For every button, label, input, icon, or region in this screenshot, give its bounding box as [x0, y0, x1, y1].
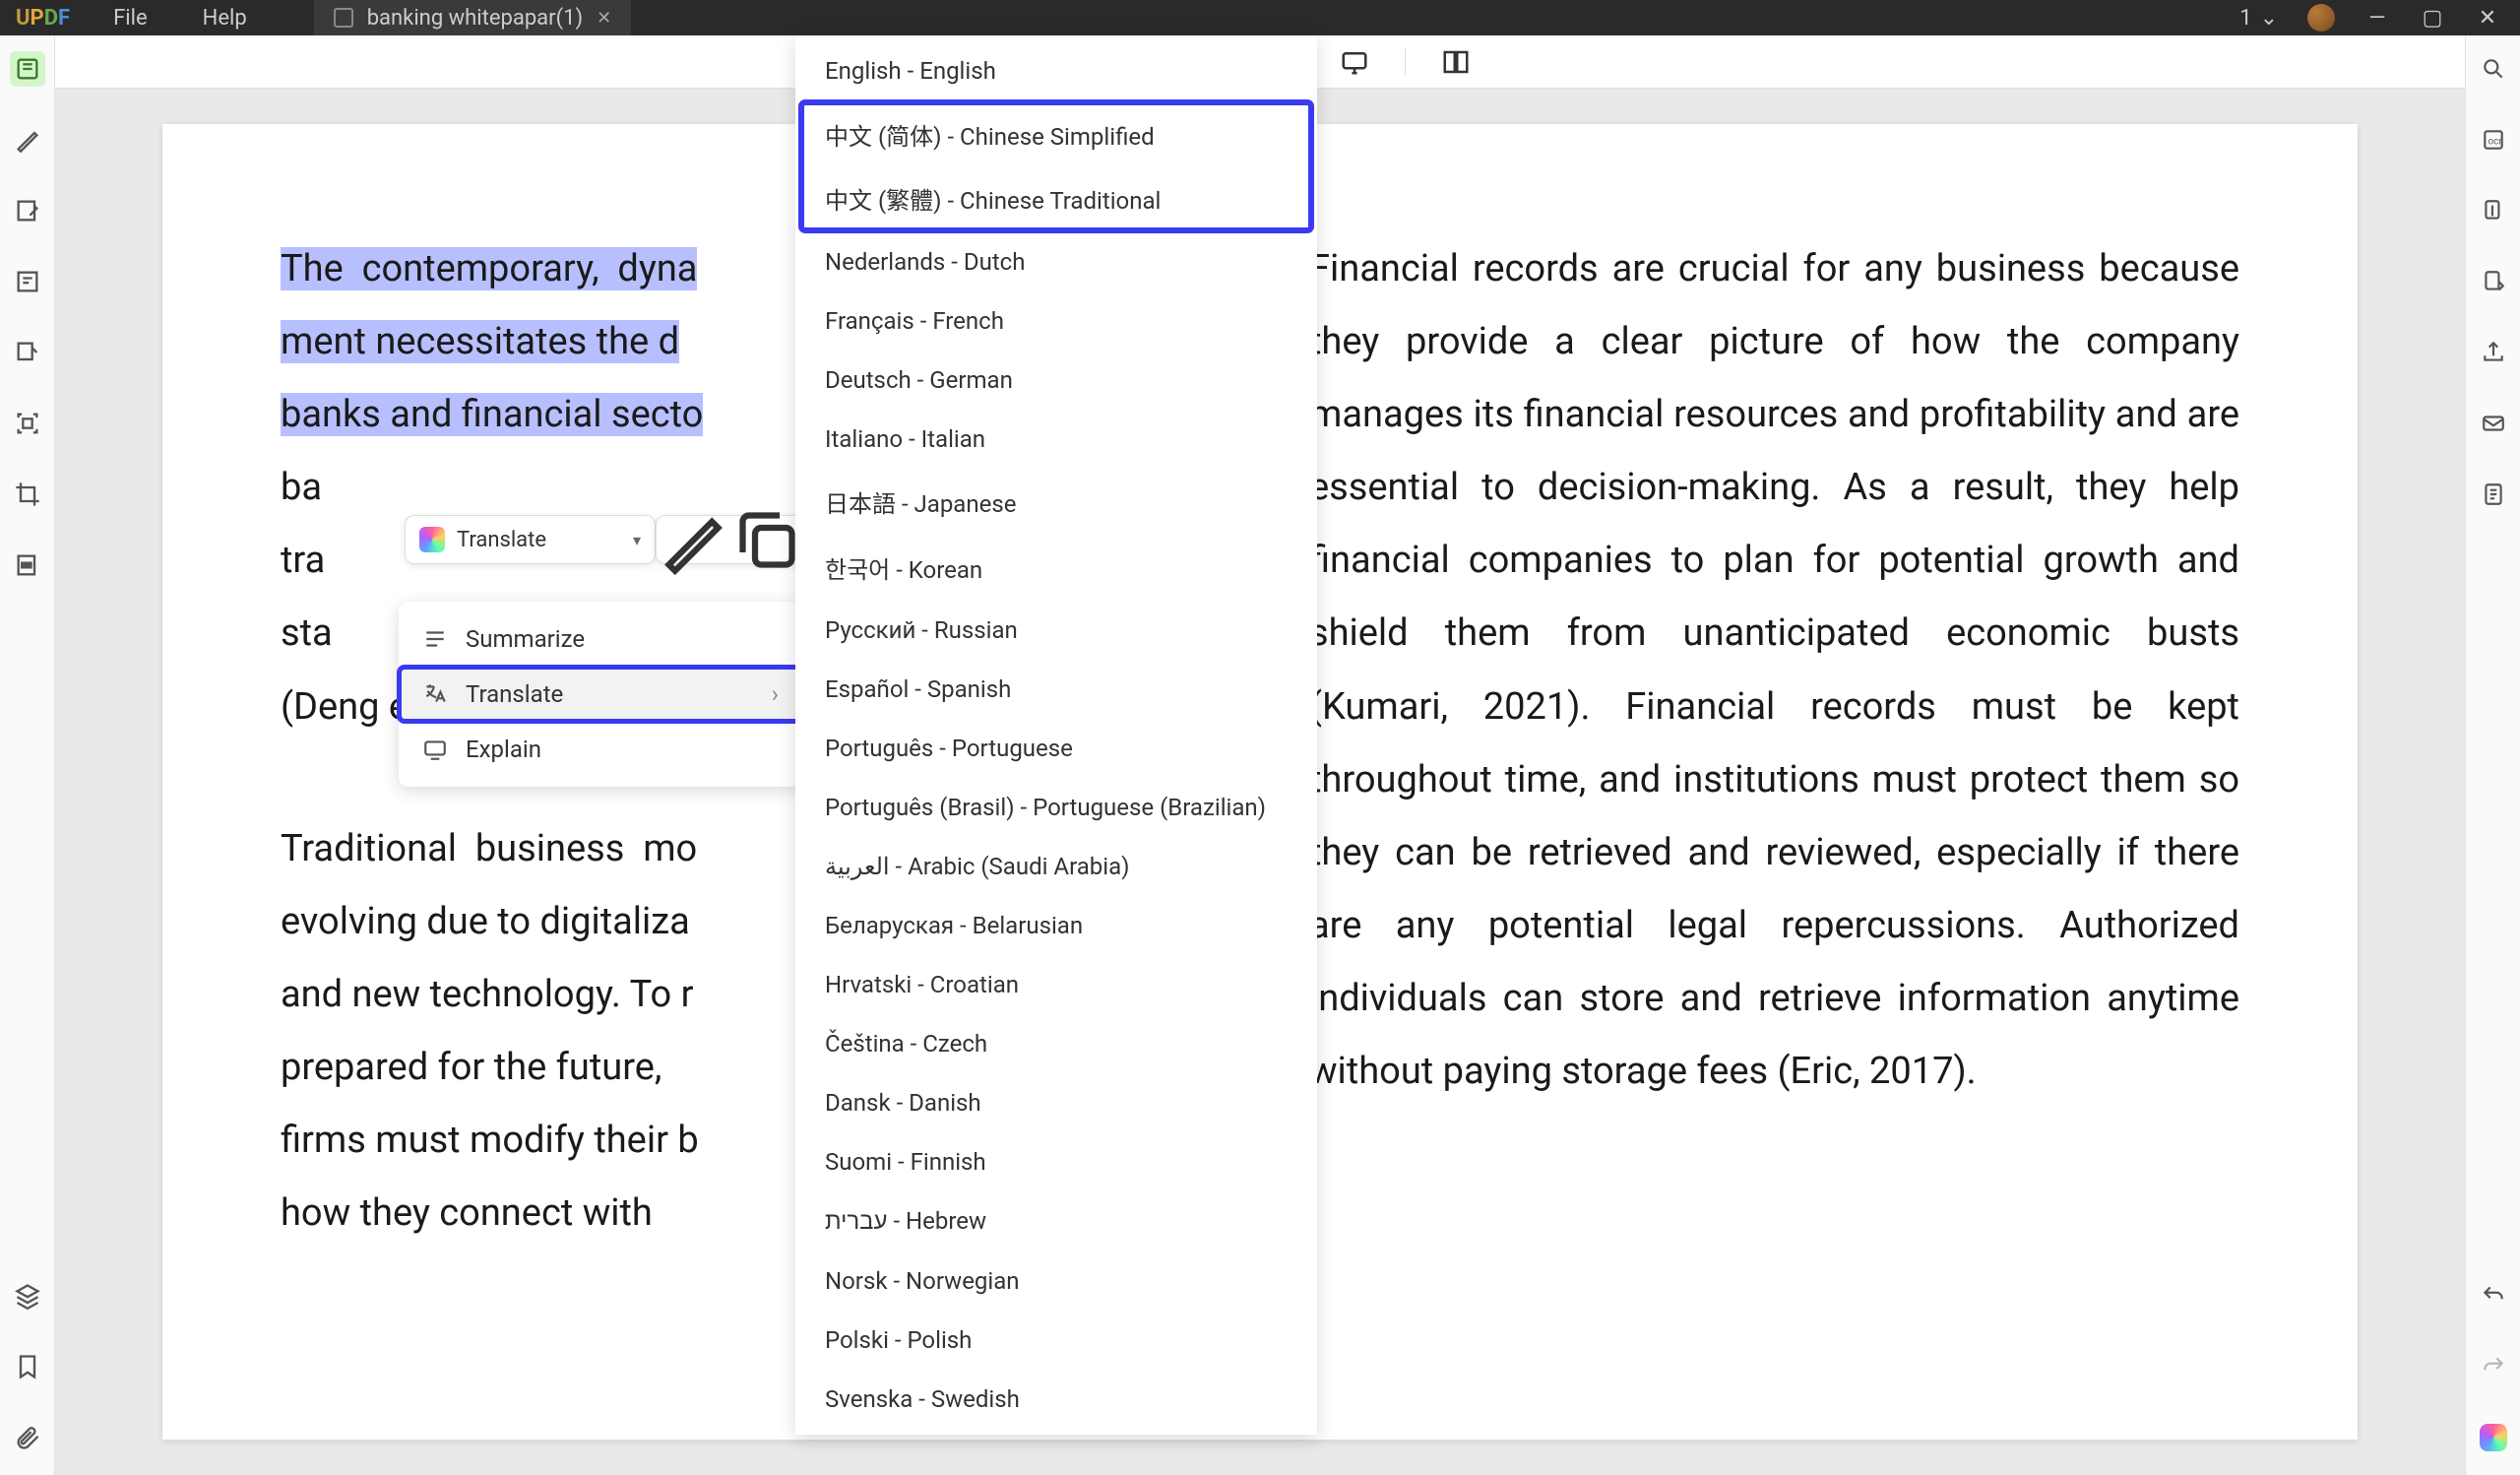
menu-label: Summarize [466, 625, 585, 653]
highlighter-tool-icon[interactable] [10, 122, 45, 158]
body-text: tra [281, 539, 325, 582]
lang-highlighted-group: 中文 (简体) - Chinese Simplified 中文 (繁體) - C… [801, 102, 1311, 230]
lang-option-portuguese[interactable]: Português - Portuguese [795, 719, 1317, 778]
doc-icon [334, 8, 353, 28]
menu-item-summarize[interactable]: Summarize [399, 611, 802, 667]
notification-badge[interactable]: 1 ⌄ [2239, 6, 2278, 31]
user-avatar[interactable] [2307, 4, 2335, 32]
menu-help[interactable]: Help [175, 6, 275, 31]
lang-option-english[interactable]: English - English [795, 41, 1317, 100]
close-tab-icon[interactable]: ✕ [597, 8, 611, 29]
lang-option-czech[interactable]: Čeština - Czech [795, 1014, 1317, 1073]
menu-item-translate[interactable]: Translate › [399, 667, 802, 722]
lang-option-croatian[interactable]: Hrvatski - Croatian [795, 955, 1317, 1014]
highlighted-text[interactable]: The contemporary, dyna [281, 247, 697, 290]
page-tool-icon[interactable] [10, 335, 45, 370]
view-mode-icon[interactable] [1441, 47, 1471, 77]
lang-option-german[interactable]: Deutsch - German [795, 351, 1317, 410]
ai-icon [419, 527, 445, 552]
maximize-button[interactable]: ▢ [2420, 5, 2445, 31]
chevron-down-icon: ⌄ [2260, 6, 2278, 31]
lang-option-korean[interactable]: 한국어 - Korean [795, 535, 1317, 601]
language-submenu: English - English 中文 (简体) - Chinese Simp… [795, 35, 1317, 1435]
lang-option-hebrew[interactable]: עברית - Hebrew [795, 1191, 1317, 1251]
ai-context-menu: Summarize Translate › Explain [399, 602, 802, 787]
explain-icon [422, 737, 448, 762]
translate-pill-tools [656, 515, 805, 564]
form-tool-icon[interactable] [10, 264, 45, 299]
lang-option-portuguese-brazil[interactable]: Português (Brasil) - Portuguese (Brazili… [795, 778, 1317, 837]
toolbar-divider [1405, 48, 1406, 76]
app-logo: UPDF [0, 6, 86, 31]
compress-icon[interactable] [2476, 193, 2511, 228]
main-area: 3 / 14 The contemporary, dyna ment neces… [55, 35, 2465, 1475]
redo-icon[interactable] [2476, 1349, 2511, 1384]
badge-count: 1 [2239, 6, 2251, 31]
layers-icon[interactable] [10, 1278, 45, 1314]
crop-tool-icon[interactable] [10, 477, 45, 512]
menu-label: Translate [466, 680, 563, 708]
ocr-icon[interactable]: ocr [2476, 122, 2511, 158]
translate-icon [422, 681, 448, 707]
highlighter-icon[interactable] [657, 503, 730, 577]
tab-title: banking whitepapar(1) [367, 6, 583, 31]
edit-tool-icon[interactable] [10, 193, 45, 228]
ai-assistant-icon[interactable] [2476, 1420, 2511, 1455]
print-icon[interactable] [2476, 477, 2511, 512]
highlighted-text[interactable]: banks and financial secto [281, 393, 703, 436]
lang-option-russian[interactable]: Русский - Russian [795, 601, 1317, 660]
chevron-down-icon[interactable]: ▾ [633, 531, 641, 549]
email-icon[interactable] [2476, 406, 2511, 441]
highlighted-text[interactable]: ment necessitates the d [281, 320, 679, 363]
body-text: sta [281, 611, 333, 655]
titlebar: UPDF File Help banking whitepapar(1) ✕ 1… [0, 0, 2520, 35]
lang-option-swedish[interactable]: Svenska - Swedish [795, 1370, 1317, 1429]
left-sidebar [0, 35, 55, 1475]
lang-option-chinese-traditional[interactable]: 中文 (繁體) - Chinese Traditional [801, 166, 1311, 230]
reader-tool-icon[interactable] [10, 51, 45, 87]
translate-pill[interactable]: Translate ▾ [405, 515, 656, 564]
menu-item-explain[interactable]: Explain [399, 722, 802, 777]
lang-option-norwegian[interactable]: Norsk - Norwegian [795, 1251, 1317, 1311]
lang-option-arabic[interactable]: العربية - Arabic (Saudi Arabia) [795, 837, 1317, 896]
menu-file[interactable]: File [86, 6, 175, 31]
attachment-icon[interactable] [10, 1420, 45, 1455]
svg-text:ocr: ocr [2488, 136, 2502, 147]
right-sidebar: ocr [2465, 35, 2520, 1475]
minimize-button[interactable]: — [2364, 5, 2390, 31]
lang-option-danish[interactable]: Dansk - Danish [795, 1073, 1317, 1132]
search-icon[interactable] [2476, 51, 2511, 87]
undo-icon[interactable] [2476, 1278, 2511, 1314]
share-icon[interactable] [2476, 335, 2511, 370]
lang-option-polish[interactable]: Polski - Polish [795, 1311, 1317, 1370]
ocr-tool-icon[interactable] [10, 406, 45, 441]
lang-option-finnish[interactable]: Suomi - Finnish [795, 1132, 1317, 1191]
right-column: Financial records are crucial for any bu… [1309, 232, 2239, 1331]
translate-label: Translate [457, 528, 621, 552]
lang-option-japanese[interactable]: 日本語 - Japanese [795, 469, 1317, 535]
bookmark-icon[interactable] [10, 1349, 45, 1384]
redact-tool-icon[interactable] [10, 547, 45, 583]
lang-option-french[interactable]: Français - French [795, 291, 1317, 351]
lang-option-spanish[interactable]: Español - Spanish [795, 660, 1317, 719]
lang-option-italian[interactable]: Italiano - Italian [795, 410, 1317, 469]
chevron-right-icon: › [772, 680, 779, 708]
document-tab[interactable]: banking whitepapar(1) ✕ [314, 0, 632, 35]
lang-option-chinese-simplified[interactable]: 中文 (简体) - Chinese Simplified [801, 102, 1311, 166]
lang-option-belarusian[interactable]: Беларуская - Belarusian [795, 896, 1317, 955]
convert-icon[interactable] [2476, 264, 2511, 299]
close-window-button[interactable]: ✕ [2475, 5, 2500, 31]
summarize-icon [422, 626, 448, 652]
presentation-icon[interactable] [1340, 47, 1369, 77]
copy-icon[interactable] [730, 503, 804, 577]
body-text: ba [281, 466, 322, 509]
menu-label: Explain [466, 736, 541, 763]
body-text: Financial records are crucial for any bu… [1309, 232, 2239, 1108]
lang-option-dutch[interactable]: Nederlands - Dutch [795, 232, 1317, 291]
